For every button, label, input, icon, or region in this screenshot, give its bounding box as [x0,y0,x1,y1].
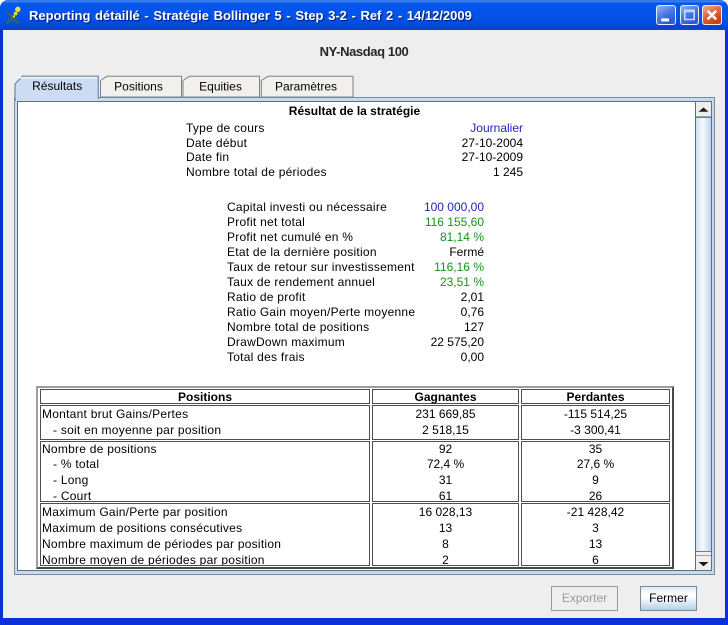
svg-text:Positions: Positions [114,80,163,94]
svg-text:Résultats: Résultats [32,79,82,93]
svg-text:Equities: Equities [199,80,242,94]
svg-text:Paramètres: Paramètres [275,80,337,94]
